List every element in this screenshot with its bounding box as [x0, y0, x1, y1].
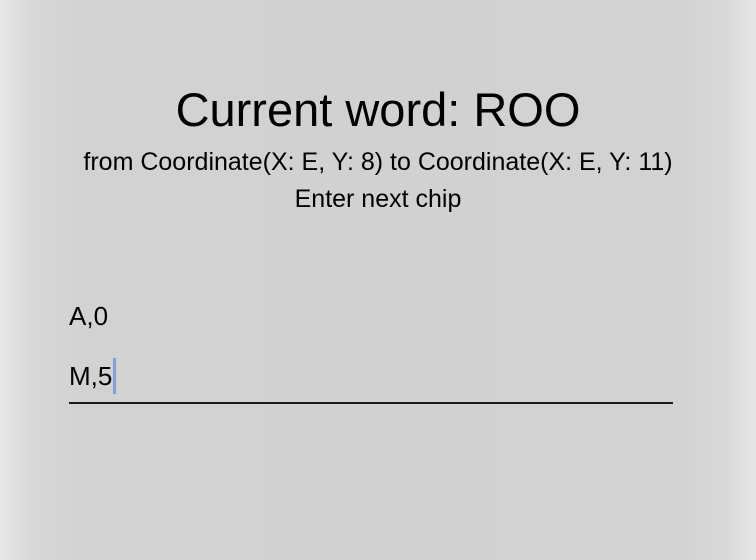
chip-entries: A,0 M,5 — [69, 296, 673, 404]
enter-chip-prompt: Enter next chip — [294, 185, 462, 213]
coordinate-range-text: from Coordinate(X: E, Y: 8) to Coordinat… — [83, 148, 673, 176]
current-word-title: Current word: ROO — [175, 83, 581, 136]
chip-entry: A,0 — [69, 301, 109, 331]
word-header: Current word: ROO from Coordinate(X: E, … — [0, 80, 756, 216]
chip-input-text: M,5 — [69, 361, 113, 391]
chip-input-value[interactable]: M,5 — [69, 356, 117, 396]
chip-input-field[interactable]: M,5 — [69, 348, 673, 404]
text-caret — [113, 358, 117, 394]
